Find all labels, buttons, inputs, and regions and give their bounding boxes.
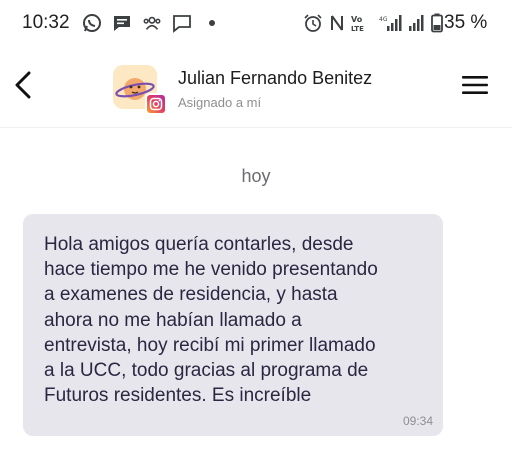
status-left-icons	[82, 13, 222, 33]
status-time: 10:32	[22, 12, 70, 33]
battery-percentage: 35 %	[444, 12, 488, 33]
chat-icon	[112, 13, 132, 33]
menu-button[interactable]	[458, 74, 492, 100]
assignment-status: Asignado a mí	[178, 95, 262, 110]
instagram-icon	[145, 93, 167, 115]
message-text: Hola amigos quería contarles, desde hace…	[44, 234, 378, 407]
date-separator: hoy	[241, 166, 271, 186]
nfc-icon	[329, 13, 345, 33]
svg-text:4G: 4G	[379, 16, 388, 23]
signal-icon	[409, 13, 425, 33]
conversation-header: Julian Fernando Benitez Asignado a mí	[0, 48, 512, 128]
contact-name[interactable]: Julian Fernando Benitez	[178, 68, 372, 89]
hamburger-menu-icon	[461, 74, 489, 101]
volte-icon: Vo LTE	[351, 13, 373, 33]
alarm-icon	[303, 13, 323, 33]
message-bubble[interactable]: Hola amigos quería contarles, desde hace…	[23, 214, 443, 436]
whatsapp-icon	[82, 13, 102, 33]
signal-icon: 4G	[379, 13, 403, 33]
status-right-icons: Vo LTE 4G	[303, 13, 443, 33]
back-button[interactable]	[8, 68, 38, 106]
status-bar: 10:32 Vo LTE 4G 35 %	[0, 0, 512, 48]
battery-icon	[431, 13, 443, 33]
dot-icon	[202, 13, 222, 33]
message-icon	[172, 13, 192, 33]
groups-icon	[142, 13, 162, 33]
message-timestamp: 09:34	[402, 414, 433, 428]
svg-text:Vo: Vo	[351, 15, 363, 24]
svg-text:LTE: LTE	[351, 25, 364, 33]
chevron-left-icon	[14, 71, 32, 104]
